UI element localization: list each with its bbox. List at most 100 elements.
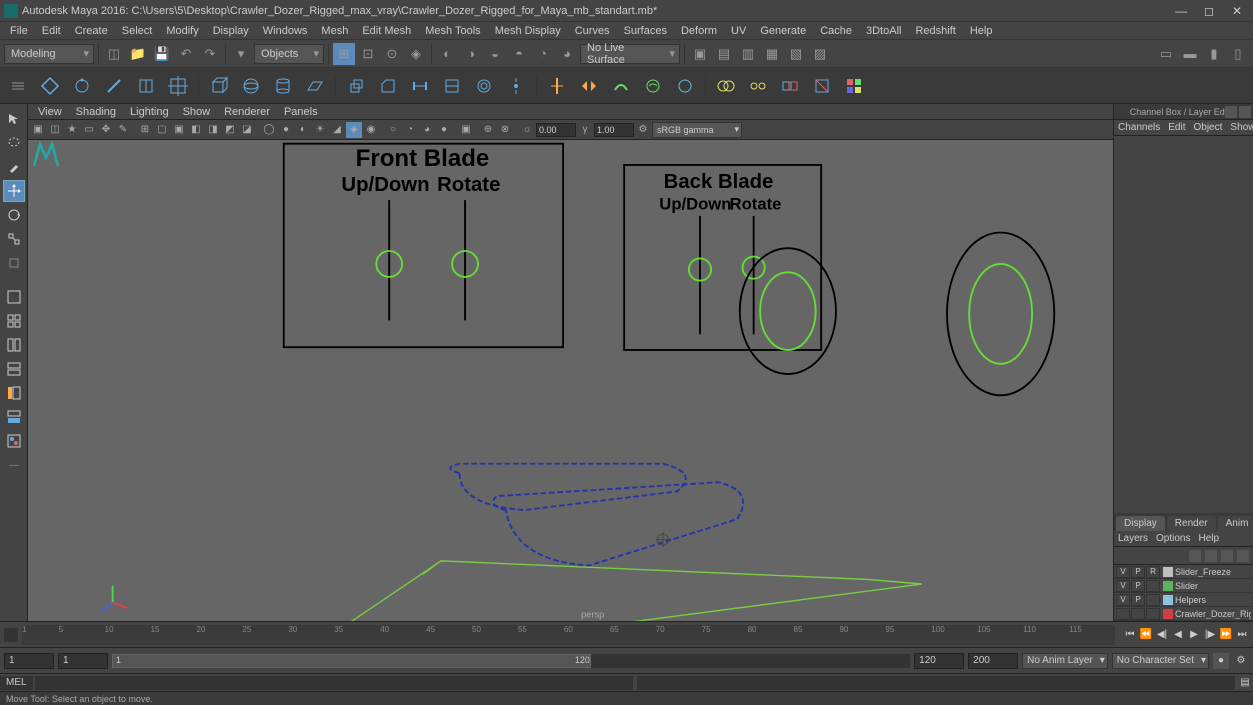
- menu-redshift[interactable]: Redshift: [909, 24, 961, 38]
- gamma-icon[interactable]: γ: [577, 122, 593, 138]
- menu-display[interactable]: Display: [207, 24, 255, 38]
- layer-row[interactable]: VPRSlider_Freeze: [1114, 565, 1253, 579]
- shelf-sculpt-icon[interactable]: [639, 72, 667, 100]
- goto-end-button[interactable]: ⏭: [1235, 628, 1249, 642]
- panel-menu-renderer[interactable]: Renderer: [218, 105, 276, 119]
- redo-icon[interactable]: ↷: [199, 43, 221, 65]
- panel-toggle-3-icon[interactable]: ▮: [1203, 43, 1225, 65]
- layer-vis-toggle[interactable]: V: [1116, 580, 1130, 592]
- shelf-separate-icon[interactable]: [744, 72, 772, 100]
- menu-surfaces[interactable]: Surfaces: [618, 24, 673, 38]
- history-4-icon[interactable]: ◓: [508, 43, 530, 65]
- layer-vis-toggle[interactable]: V: [1116, 594, 1130, 606]
- autokey-button[interactable]: ●: [1213, 653, 1229, 669]
- safe-action-icon[interactable]: ◩: [222, 122, 238, 138]
- ssao-icon[interactable]: ◉: [363, 122, 379, 138]
- panel-menu-shading[interactable]: Shading: [70, 105, 122, 119]
- menu-generate[interactable]: Generate: [754, 24, 812, 38]
- menu-uv[interactable]: UV: [725, 24, 752, 38]
- cb-menu-edit[interactable]: Edit: [1168, 122, 1185, 133]
- shelf-cleanup-icon[interactable]: [808, 72, 836, 100]
- layer-playback-toggle[interactable]: P: [1131, 566, 1145, 578]
- time-slider[interactable]: 1510152025303540455055606570758085909510…: [22, 625, 1115, 645]
- menu-file[interactable]: File: [4, 24, 34, 38]
- use-lights-icon[interactable]: ☀: [312, 122, 328, 138]
- layer-icon-2[interactable]: [1205, 550, 1217, 562]
- layer-vis-toggle[interactable]: V: [1116, 566, 1130, 578]
- shelf-insert-icon[interactable]: [470, 72, 498, 100]
- layer-ref-toggle[interactable]: [1146, 580, 1160, 592]
- layer-color-swatch[interactable]: [1163, 595, 1173, 605]
- panel-menu-panels[interactable]: Panels: [278, 105, 324, 119]
- gate-mask-icon[interactable]: ◧: [188, 122, 204, 138]
- light-3-icon[interactable]: ◕: [419, 122, 435, 138]
- snap-curve-icon[interactable]: ⊡: [357, 43, 379, 65]
- menu-3dtoall[interactable]: 3DtoAll: [860, 24, 907, 38]
- exposure-icon[interactable]: ☼: [519, 122, 535, 138]
- persp-graph-layout[interactable]: [3, 406, 25, 428]
- play-forward-button[interactable]: ▶: [1187, 628, 1201, 642]
- cb-tab-render[interactable]: Render: [1167, 516, 1216, 531]
- render-view-icon[interactable]: ▧: [785, 43, 807, 65]
- snap-plane-icon[interactable]: ◈: [405, 43, 427, 65]
- cb-submenu-help[interactable]: Help: [1198, 533, 1219, 544]
- shelf-vertex-icon[interactable]: [68, 72, 96, 100]
- layer-ref-toggle[interactable]: R: [1146, 566, 1160, 578]
- menu-editmesh[interactable]: Edit Mesh: [356, 24, 417, 38]
- shelf-switcher[interactable]: [4, 72, 32, 100]
- cb-menu-channels[interactable]: Channels: [1118, 122, 1160, 133]
- history-icon[interactable]: ◐: [436, 43, 458, 65]
- range-display-start-field[interactable]: [58, 653, 108, 669]
- history-3-icon[interactable]: ◒: [484, 43, 506, 65]
- shelf-cylinder-icon[interactable]: [269, 72, 297, 100]
- menu-modify[interactable]: Modify: [160, 24, 204, 38]
- light-1-icon[interactable]: ○: [385, 122, 401, 138]
- wireframe-icon[interactable]: ◯: [261, 122, 277, 138]
- custom-layout[interactable]: —: [3, 454, 25, 476]
- select-mode-icon[interactable]: ▾: [230, 43, 252, 65]
- step-back-button[interactable]: ◀|: [1155, 628, 1169, 642]
- scale-tool[interactable]: [3, 228, 25, 250]
- layer-row[interactable]: Crawler_Dozer_Rigged: [1114, 607, 1253, 621]
- layer-icon-1[interactable]: [1189, 550, 1201, 562]
- exposure-field[interactable]: [536, 123, 576, 137]
- layer-row[interactable]: VPSlider: [1114, 579, 1253, 593]
- field-chart-icon[interactable]: ◨: [205, 122, 221, 138]
- snap-grid-icon[interactable]: ⊞: [333, 43, 355, 65]
- cb-restore-icon[interactable]: [1225, 106, 1237, 118]
- film-gate-icon[interactable]: ▢: [154, 122, 170, 138]
- panel-toggle-4-icon[interactable]: ▯: [1227, 43, 1249, 65]
- layer-color-swatch[interactable]: [1163, 609, 1173, 619]
- hypershade-icon[interactable]: ▦: [761, 43, 783, 65]
- menu-cache[interactable]: Cache: [814, 24, 858, 38]
- hypershade-layout[interactable]: [3, 430, 25, 452]
- range-end-field[interactable]: [968, 653, 1018, 669]
- step-forward-button[interactable]: |▶: [1203, 628, 1217, 642]
- menu-mesh[interactable]: Mesh: [315, 24, 354, 38]
- menu-meshtools[interactable]: Mesh Tools: [419, 24, 486, 38]
- cb-menu-object[interactable]: Object: [1194, 122, 1223, 133]
- layer-ref-toggle[interactable]: [1146, 594, 1160, 606]
- cb-close-icon[interactable]: [1239, 106, 1251, 118]
- layer-row[interactable]: VPHelpers: [1114, 593, 1253, 607]
- snap-point-icon[interactable]: ⊙: [381, 43, 403, 65]
- shelf-sphere-icon[interactable]: [237, 72, 265, 100]
- shelf-poly-icon[interactable]: [36, 72, 64, 100]
- history-2-icon[interactable]: ◑: [460, 43, 482, 65]
- image-plane-icon[interactable]: ▭: [81, 122, 97, 138]
- close-button[interactable]: ✕: [1225, 3, 1249, 19]
- render-settings-icon[interactable]: ▥: [737, 43, 759, 65]
- workspace-dropdown[interactable]: Modeling: [4, 44, 94, 64]
- layer-ref-toggle[interactable]: [1146, 608, 1160, 620]
- menu-edit[interactable]: Edit: [36, 24, 67, 38]
- shelf-face-icon[interactable]: [132, 72, 160, 100]
- two-side-layout[interactable]: [3, 334, 25, 356]
- maximize-button[interactable]: ◻: [1197, 3, 1221, 19]
- new-scene-icon[interactable]: ◫: [103, 43, 125, 65]
- shelf-bevel-icon[interactable]: [374, 72, 402, 100]
- single-perspective-layout[interactable]: [3, 286, 25, 308]
- menu-help[interactable]: Help: [964, 24, 999, 38]
- shadows-icon[interactable]: ◢: [329, 122, 345, 138]
- open-scene-icon[interactable]: 📁: [127, 43, 149, 65]
- layer-playback-toggle[interactable]: P: [1131, 594, 1145, 606]
